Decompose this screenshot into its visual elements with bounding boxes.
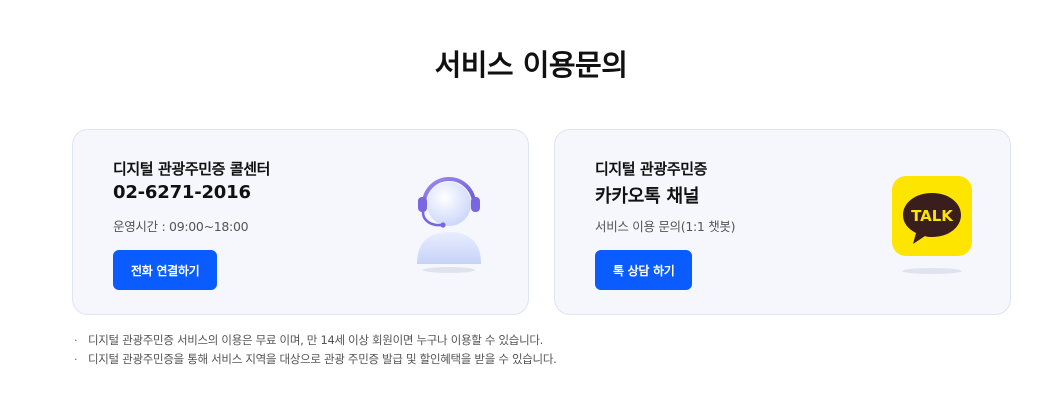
call-center-card: 디지털 관광주민증 콜센터 02-6271-2016 운영시간 : 09:00~… bbox=[72, 129, 529, 315]
list-item: · 디지털 관광주민증 서비스의 이용은 무료 이며, 만 14세 이상 회원이면… bbox=[74, 333, 544, 347]
talk-consult-button[interactable]: 톡 상담 하기 bbox=[595, 250, 693, 290]
kakao-channel-title: 카카오톡 채널 bbox=[595, 186, 700, 207]
page-title: 서비스 이용문의 bbox=[434, 48, 628, 82]
kakao-card: 디지털 관광주민증 카카오톡 채널 서비스 이용 문의(1:1 챗봇) 톡 상담… bbox=[554, 129, 1011, 315]
call-center-label: 디지털 관광주민증 콜센터 bbox=[113, 160, 271, 178]
call-center-phone: 02-6271-2016 bbox=[113, 182, 251, 203]
notice-list: · 디지털 관광주민증 서비스의 이용은 무료 이며, 만 14세 이상 회원이면… bbox=[74, 331, 557, 369]
headset-agent-icon bbox=[409, 170, 489, 276]
kakao-desc: 서비스 이용 문의(1:1 챗봇) bbox=[595, 219, 736, 234]
notice-text: 디지털 관광주민증 서비스의 이용은 무료 이며, 만 14세 이상 회원이면 … bbox=[88, 333, 544, 347]
kakao-label: 디지털 관광주민증 bbox=[595, 160, 708, 178]
list-item: · 디지털 관광주민증을 통해 서비스 지역을 대상으로 관광 주민증 발급 및 … bbox=[74, 352, 557, 366]
call-connect-button[interactable]: 전화 연결하기 bbox=[113, 250, 218, 290]
call-center-hours: 운영시간 : 09:00~18:00 bbox=[113, 219, 249, 234]
kakao-talk-icon: TALK bbox=[885, 170, 979, 276]
kakao-talk-icon-text: TALK bbox=[911, 207, 954, 225]
notice-text: 디지털 관광주민증을 통해 서비스 지역을 대상으로 관광 주민증 발급 및 할… bbox=[88, 352, 557, 366]
